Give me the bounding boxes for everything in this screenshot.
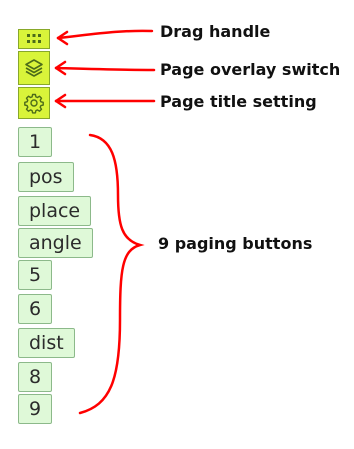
page-button-dist[interactable]: dist bbox=[18, 328, 75, 358]
title-setting-arrow bbox=[54, 93, 156, 109]
drag-handle[interactable] bbox=[18, 29, 50, 49]
page-button-5[interactable]: 5 bbox=[18, 260, 53, 290]
page-button-6[interactable]: 6 bbox=[18, 294, 53, 324]
page-button-pos[interactable]: pos bbox=[18, 162, 74, 192]
title-setting-label: Page title setting bbox=[160, 92, 317, 111]
page-button-9[interactable]: 9 bbox=[18, 394, 53, 424]
page-button-1[interactable]: 1 bbox=[18, 127, 53, 157]
drag-handle-arrow bbox=[56, 29, 154, 46]
page-button-place[interactable]: place bbox=[18, 196, 92, 226]
drag-handle-label: Drag handle bbox=[160, 22, 271, 41]
canvas: 1 pos place angle 5 6 dist 8 9 Drag hand… bbox=[0, 0, 354, 449]
page-button-8[interactable]: 8 bbox=[18, 362, 53, 392]
paging-buttons-label: 9 paging buttons bbox=[158, 234, 313, 253]
grid-dots-icon bbox=[27, 34, 41, 43]
paging-brace bbox=[78, 133, 145, 415]
page-overlay-switch[interactable] bbox=[18, 51, 50, 85]
page-title-setting[interactable] bbox=[18, 87, 50, 119]
gear-icon bbox=[24, 93, 44, 114]
overlay-switch-label: Page overlay switch bbox=[160, 60, 341, 79]
overlay-switch-arrow bbox=[54, 60, 156, 76]
layers-icon bbox=[25, 59, 43, 77]
page-button-angle[interactable]: angle bbox=[18, 228, 93, 258]
